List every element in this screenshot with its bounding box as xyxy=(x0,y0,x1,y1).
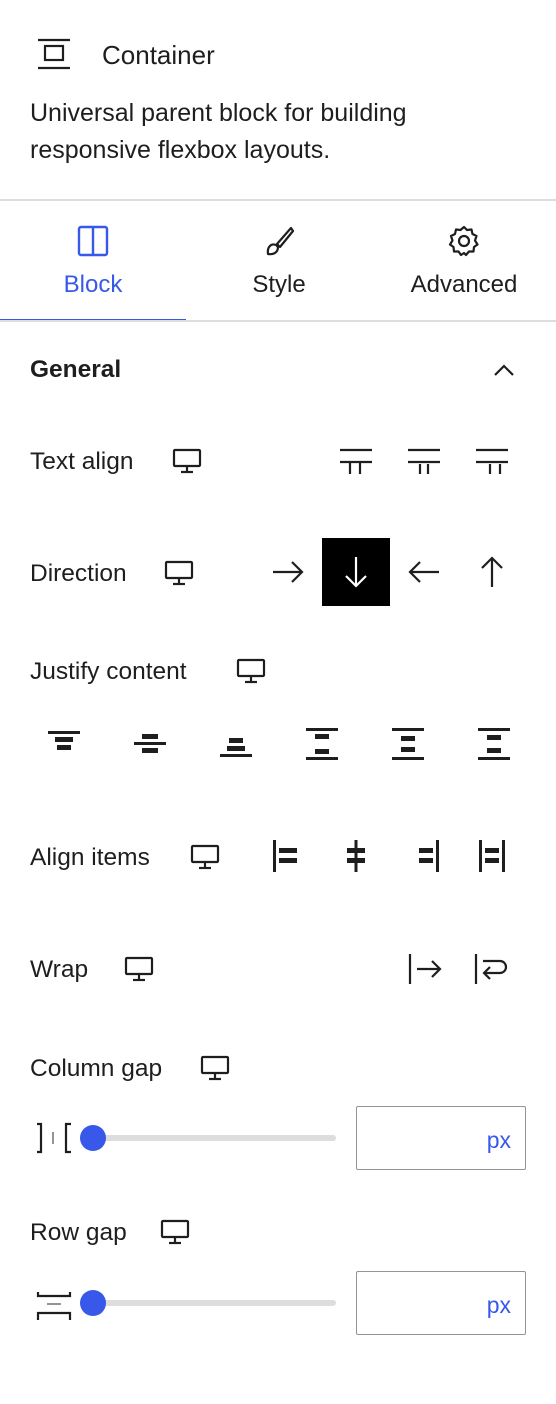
direction-column-reverse-button[interactable] xyxy=(458,538,526,606)
align-items-center-icon xyxy=(340,839,372,873)
tab-label: Block xyxy=(63,271,123,298)
column-gap-input[interactable]: px xyxy=(356,1106,526,1170)
block-card: Container Universal parent block for bui… xyxy=(0,0,556,200)
tab-block[interactable]: Block xyxy=(0,201,186,321)
container-block-icon xyxy=(38,38,70,70)
justify-space-around-icon xyxy=(391,727,425,761)
justify-space-around-button[interactable] xyxy=(384,720,432,768)
desktop-icon xyxy=(124,956,154,982)
gear-icon xyxy=(448,225,480,257)
align-items-start-button[interactable] xyxy=(264,834,308,878)
unit-select[interactable]: px xyxy=(487,1127,511,1154)
justify-end-icon xyxy=(219,729,253,759)
row-gap-icon xyxy=(36,1286,72,1322)
slider-track xyxy=(80,1300,336,1306)
desktop-icon xyxy=(164,560,194,586)
justify-center-button[interactable] xyxy=(126,720,174,768)
nowrap-icon xyxy=(407,952,443,986)
desktop-icon xyxy=(190,844,220,870)
align-right-icon xyxy=(474,444,510,480)
direction-column-button[interactable] xyxy=(322,538,390,606)
tab-list: Block Style Advanced xyxy=(0,201,556,322)
row-gap-label: Row gap xyxy=(30,1219,127,1246)
row-gap-input[interactable]: px xyxy=(356,1271,526,1335)
nowrap-button[interactable] xyxy=(402,946,448,992)
column-gap-icon xyxy=(34,1122,74,1154)
row-gap-slider[interactable] xyxy=(80,1289,336,1317)
brush-icon xyxy=(263,225,295,257)
desktop-icon xyxy=(172,448,202,474)
wrap-icon xyxy=(473,952,509,986)
justify-start-icon xyxy=(47,729,81,759)
justify-end-button[interactable] xyxy=(212,720,260,768)
slider-thumb[interactable] xyxy=(80,1290,106,1316)
panel-toggle[interactable]: General xyxy=(0,322,556,418)
wrap-label: Wrap xyxy=(30,956,89,983)
desktop-icon xyxy=(236,658,266,684)
arrow-down-icon xyxy=(344,555,368,589)
block-description: Universal parent block for building resp… xyxy=(30,99,407,164)
tab-style[interactable]: Style xyxy=(186,201,372,321)
direction-row-reverse-button[interactable] xyxy=(390,538,458,606)
unit-select[interactable]: px xyxy=(487,1292,511,1319)
align-items-end-icon xyxy=(410,839,442,873)
align-center-icon xyxy=(406,444,442,480)
align-center-button[interactable] xyxy=(402,440,446,484)
arrow-right-icon xyxy=(271,560,305,584)
tab-label: Style xyxy=(252,271,306,298)
column-gap-label: Column gap xyxy=(30,1055,163,1082)
justify-space-between-button[interactable] xyxy=(298,720,346,768)
arrow-up-icon xyxy=(480,555,504,589)
align-items-start-icon xyxy=(270,839,302,873)
chevron-up-icon xyxy=(492,362,516,378)
tab-advanced[interactable]: Advanced xyxy=(372,201,556,321)
desktop-icon xyxy=(160,1219,190,1245)
direction-row-button[interactable] xyxy=(254,538,322,606)
direction-label: Direction xyxy=(30,560,127,587)
align-items-stretch-button[interactable] xyxy=(470,834,514,878)
align-items-end-button[interactable] xyxy=(404,834,448,878)
align-items-stretch-icon xyxy=(476,839,508,873)
columns-icon xyxy=(77,225,109,257)
tab-label: Advanced xyxy=(410,271,518,298)
justify-space-evenly-icon xyxy=(477,727,511,761)
justify-start-button[interactable] xyxy=(40,720,88,768)
slider-track xyxy=(80,1135,336,1141)
align-right-button[interactable] xyxy=(470,440,514,484)
desktop-icon xyxy=(200,1055,230,1081)
text-align-label: Text align xyxy=(30,448,134,475)
justify-space-evenly-button[interactable] xyxy=(470,720,518,768)
justify-space-between-icon xyxy=(305,727,339,761)
panel-title: General xyxy=(30,356,122,383)
block-title: Container xyxy=(102,40,215,70)
align-items-center-button[interactable] xyxy=(334,834,378,878)
arrow-left-icon xyxy=(407,560,441,584)
align-items-label: Align items xyxy=(30,844,150,871)
slider-thumb[interactable] xyxy=(80,1125,106,1151)
column-gap-slider[interactable] xyxy=(80,1124,336,1152)
align-left-button[interactable] xyxy=(334,440,378,484)
align-left-icon xyxy=(338,444,374,480)
justify-content-label: Justify content xyxy=(30,658,187,685)
wrap-button[interactable] xyxy=(468,946,514,992)
justify-center-icon xyxy=(133,729,167,759)
